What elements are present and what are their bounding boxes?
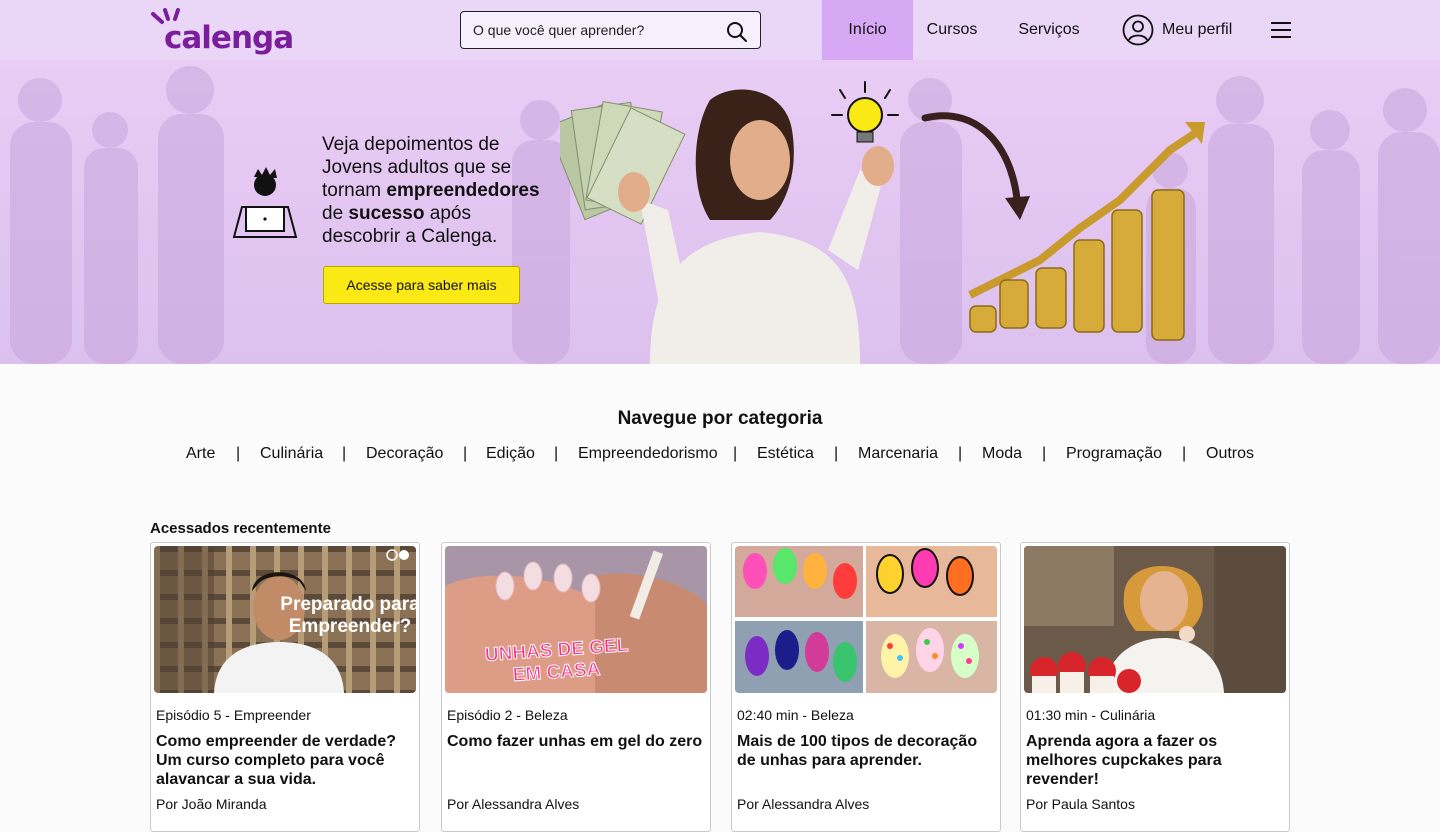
thumb-text-line2: Empreender? [289,616,411,637]
hamburger-menu-icon[interactable] [1270,19,1292,41]
category-estetica[interactable]: Estética [757,445,814,463]
card-title[interactable]: Como empreender de verdade? Um curso com… [156,732,414,789]
hero-headline: Veja depoimentos de Jovens adultos que s… [322,133,562,248]
hero-banner: Veja depoimentos de Jovens adultos que s… [0,60,1440,364]
card-meta: Episódio 2 - Beleza [447,707,568,723]
profile-label: Meu perfil [1162,21,1233,38]
hero-line-5: descobrir a Calenga. [322,226,498,247]
hero-line-3: tornam empreendedores [322,180,540,201]
course-card[interactable]: 02:40 min - Beleza Mais de 100 tipos de … [731,542,1001,832]
card-title[interactable]: Mais de 100 tipos de decoração de unhas … [737,732,995,770]
category-separator: | [1042,445,1047,462]
category-nav: Arte | Culinária | Decoração | Edição | … [0,445,1440,465]
nav-servicos[interactable]: Serviços [1006,0,1092,60]
thumb-text-line1: Preparado para [280,594,416,615]
category-arte[interactable]: Arte [186,445,215,463]
hero-illustration [560,81,1205,364]
search-input[interactable] [473,12,723,48]
category-empreendedorismo[interactable]: Empreendedorismo [578,445,718,463]
hero-line-2: Jovens adultos que se [322,157,512,178]
logo-text: calenga [164,20,294,56]
nail-art-collage-thumbnail [735,546,997,693]
category-separator: | [342,445,347,462]
course-thumbnail[interactable] [1024,546,1286,693]
card-meta: Episódio 5 - Empreender [156,707,311,723]
card-title[interactable]: Como fazer unhas em gel do zero [447,732,705,751]
hero-bold-empreendedores: empreendedores [386,180,540,201]
category-separator: | [958,445,963,462]
course-thumbnail[interactable]: Preparado para Empreender? [154,546,416,693]
curved-arrow-icon [921,112,1022,214]
category-separator: | [236,445,241,462]
category-separator: | [733,445,738,462]
category-edicao[interactable]: Edição [486,445,535,463]
search-box[interactable] [460,11,761,49]
category-separator: | [834,445,839,462]
category-culinaria[interactable]: Culinária [260,445,323,463]
category-outros[interactable]: Outros [1206,445,1254,463]
category-marcenaria[interactable]: Marcenaria [858,445,938,463]
profile-link[interactable]: Meu perfil [1122,13,1232,47]
user-avatar-icon [1122,14,1154,46]
lightbulb-idea-icon [831,81,899,143]
cupcakes-video-thumbnail [1024,546,1286,693]
course-card[interactable]: 01:30 min - Culinária Aprenda agora a fa… [1020,542,1290,832]
hero-cta-button[interactable]: Acesse para saber mais [323,266,520,304]
search-icon[interactable] [726,21,748,43]
course-card[interactable]: UNHAS DE GEL EM CASA Episódio 2 - Beleza… [441,542,711,832]
recent-section-title: Acessados recentemente [150,520,331,537]
category-section-title: Navegue por categoria [617,408,823,429]
category-programacao[interactable]: Programação [1066,445,1162,463]
nav-cursos[interactable]: Cursos [913,0,991,60]
top-header: calenga Início Cursos Serviços Meu perfi… [0,0,1440,60]
category-separator: | [554,445,559,462]
card-meta: 01:30 min - Culinária [1026,707,1156,723]
course-thumbnail[interactable]: UNHAS DE GEL EM CASA [445,546,707,693]
calenga-logo[interactable]: calenga [150,8,294,56]
coin-stacks-icon [969,189,1185,341]
course-thumbnail[interactable] [735,546,997,693]
entrepreneur-laptop-icon [232,167,298,238]
course-card[interactable]: Preparado para Empreender? Episódio 5 - … [150,542,420,832]
hero-line-4: de sucesso após [322,203,471,224]
entrepreneur-video-thumbnail: Preparado para Empreender? [154,546,416,693]
category-separator: | [463,445,468,462]
gel-nails-video-thumbnail: UNHAS DE GEL EM CASA [445,546,707,693]
category-moda[interactable]: Moda [982,445,1022,463]
card-title[interactable]: Aprenda agora a fazer os melhores cupcka… [1026,732,1284,789]
hero-bold-sucesso: sucesso [348,203,425,224]
hero-line-1: Veja depoimentos de [322,134,500,155]
nav-inicio[interactable]: Início [822,0,913,60]
category-separator: | [1182,445,1187,462]
category-decoracao[interactable]: Decoração [366,445,443,463]
card-meta: 02:40 min - Beleza [737,707,854,723]
